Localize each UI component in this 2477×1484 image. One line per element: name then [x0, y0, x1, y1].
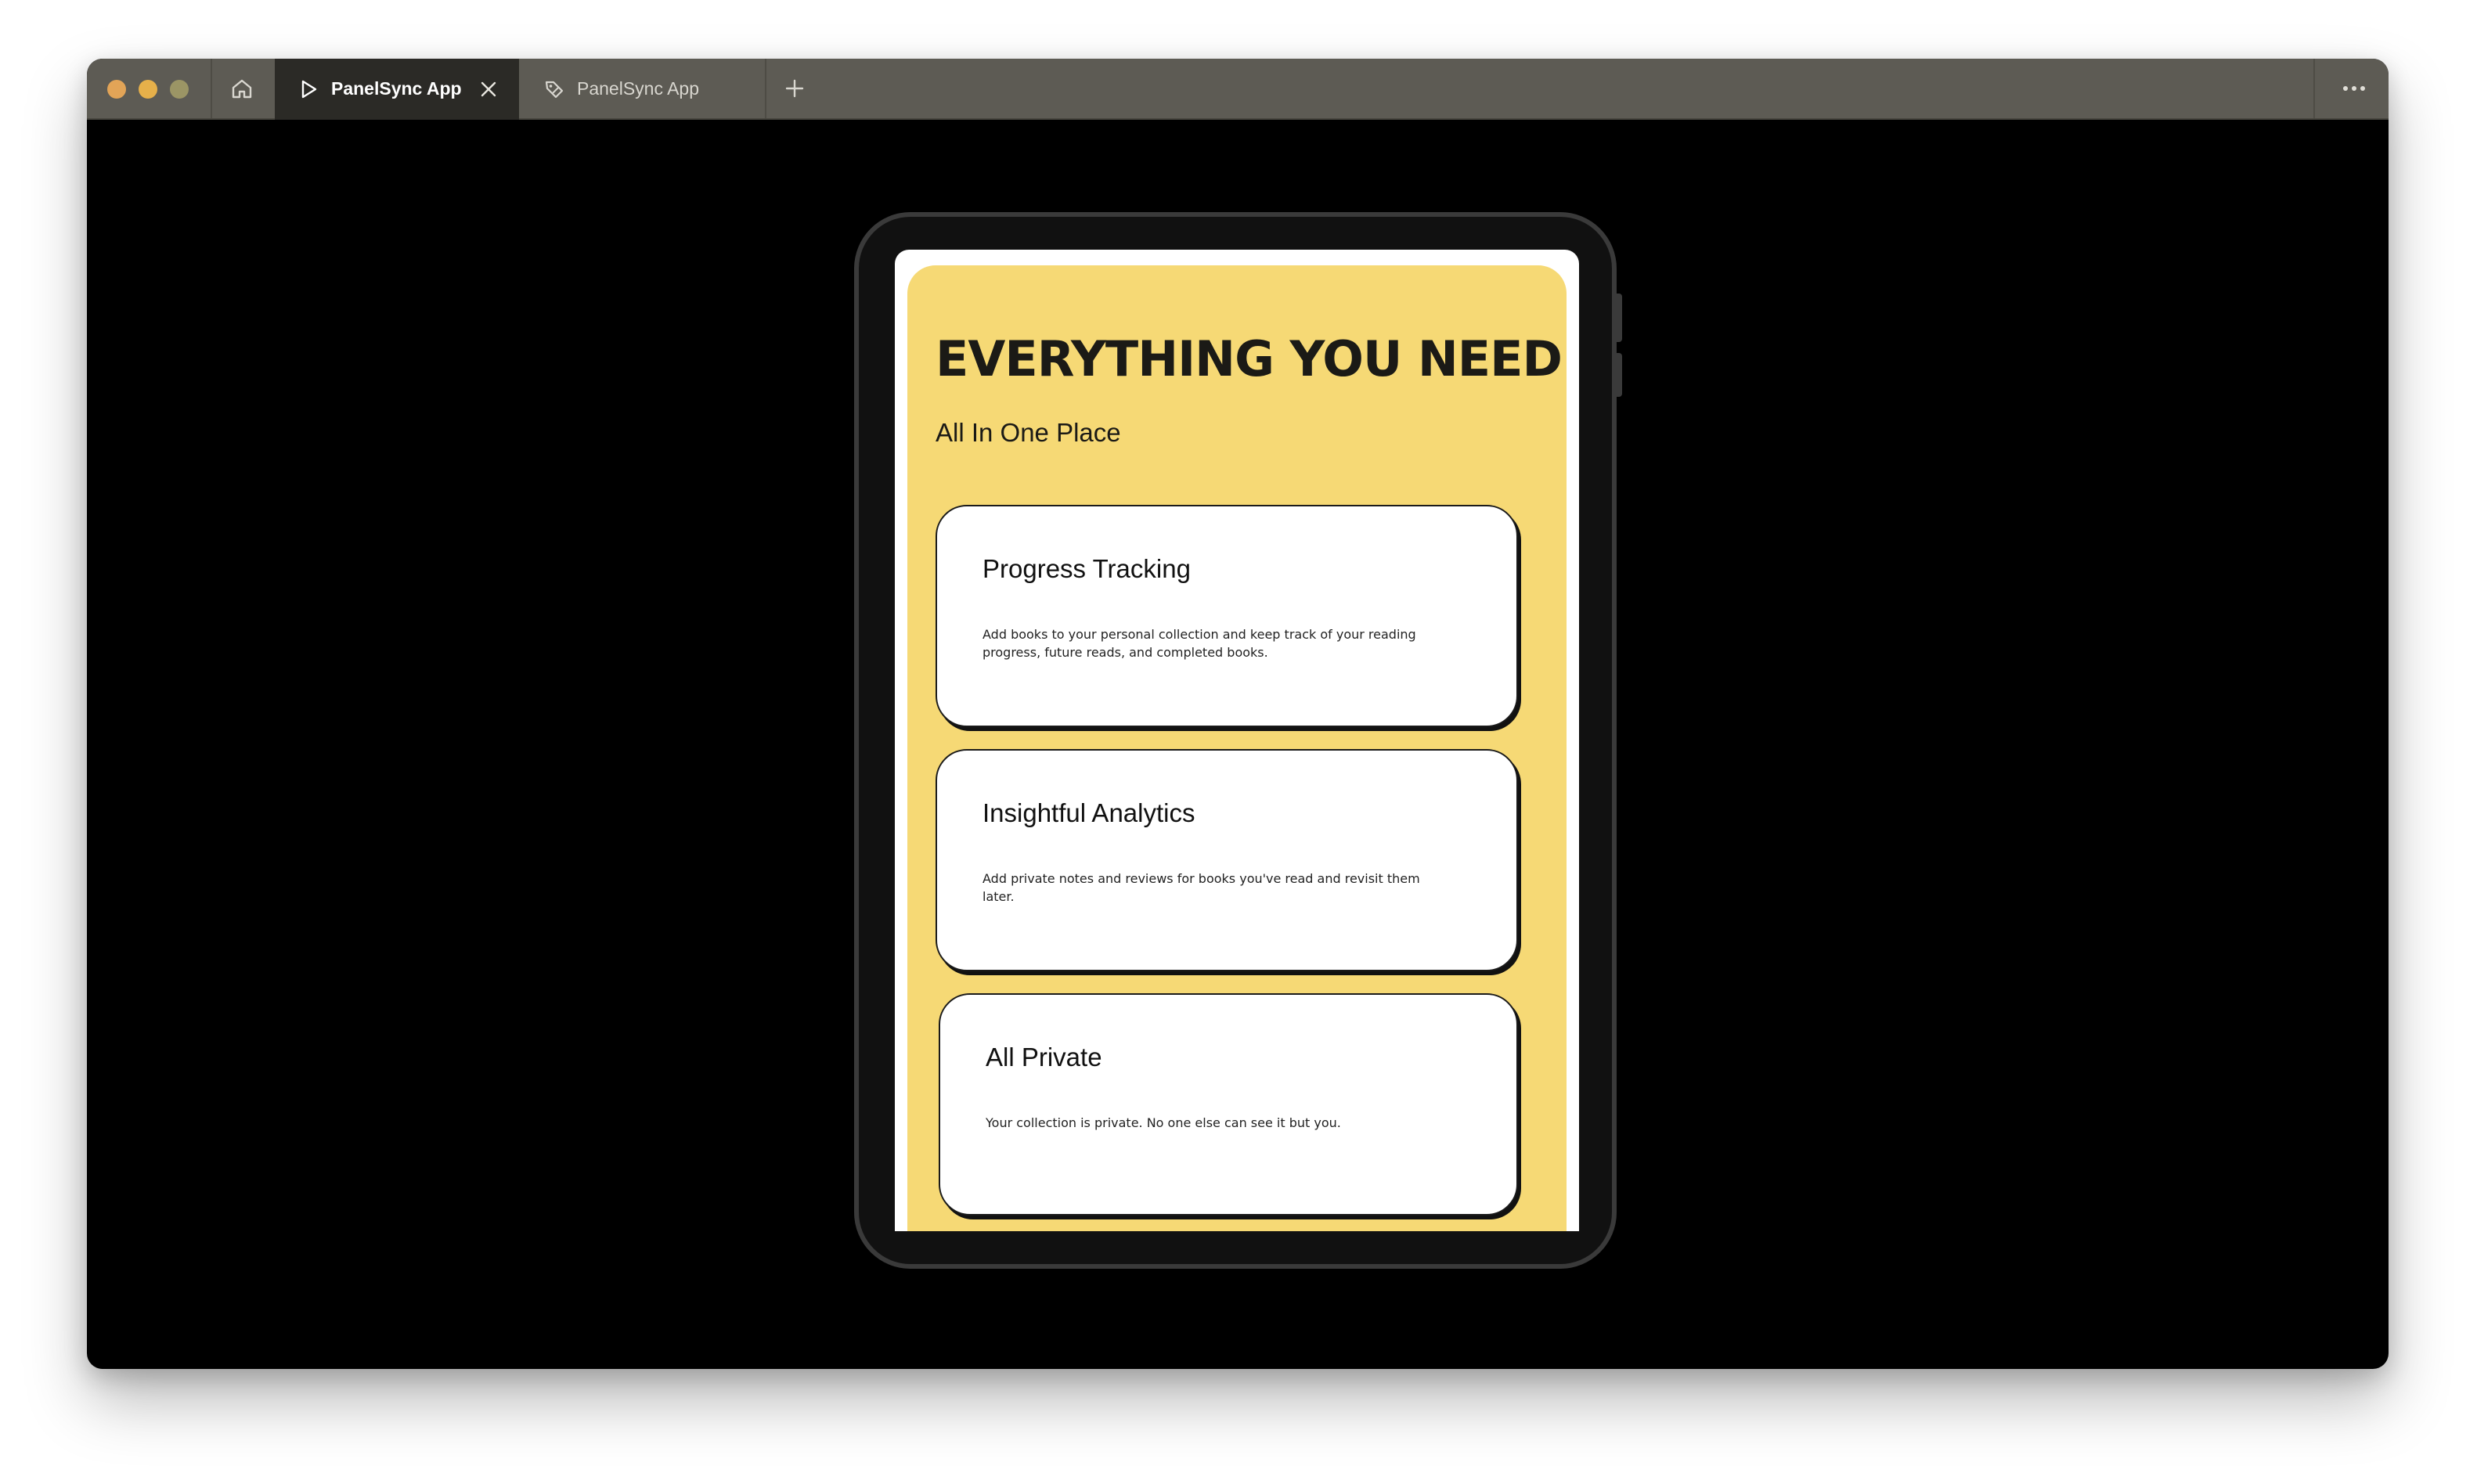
toolbar-divider	[2313, 59, 2315, 118]
tab-panelsync-inactive[interactable]: PanelSync App	[521, 59, 765, 118]
new-tab-button[interactable]	[781, 74, 809, 103]
volume-down-button	[1617, 353, 1622, 397]
browser-window: PanelSync App PanelSync App EVERYTHING Y…	[87, 59, 2389, 1369]
tablet-device-frame: EVERYTHING YOU NEED All In One Place Pro…	[854, 212, 1622, 1269]
feature-description: Add books to your personal collection an…	[983, 627, 1416, 660]
more-options-button[interactable]	[2338, 74, 2370, 103]
minimize-window-button[interactable]	[139, 80, 157, 99]
volume-up-button	[1617, 294, 1622, 342]
features-panel: EVERYTHING YOU NEED All In One Place Pro…	[907, 265, 1567, 1231]
close-window-button[interactable]	[107, 80, 126, 99]
close-tab-icon[interactable]	[477, 77, 500, 101]
feature-description: Your collection is private. No one else …	[986, 1115, 1341, 1130]
feature-title: Insightful Analytics	[983, 798, 1195, 827]
page-title: EVERYTHING YOU NEED	[936, 330, 1563, 387]
feature-card-progress-tracking: Progress Tracking Add books to your pers…	[936, 505, 1518, 727]
tag-icon	[545, 81, 564, 99]
home-button[interactable]	[226, 73, 258, 104]
tab-label: PanelSync App	[577, 78, 700, 99]
toolbar-divider	[765, 59, 766, 118]
title-bar: PanelSync App PanelSync App	[87, 59, 2389, 120]
tab-label: PanelSync App	[331, 78, 462, 99]
feature-card-insightful-analytics: Insightful Analytics Add private notes a…	[936, 749, 1518, 971]
feature-card-all-private: All Private Your collection is private. …	[939, 993, 1518, 1216]
tab-panelsync-active[interactable]: PanelSync App	[275, 59, 519, 120]
more-horizontal-icon	[2343, 86, 2365, 91]
home-icon	[232, 79, 252, 99]
play-icon	[301, 80, 317, 99]
plus-icon	[785, 79, 804, 98]
feature-description: Add private notes and reviews for books …	[983, 871, 1420, 904]
tablet-screen: EVERYTHING YOU NEED All In One Place Pro…	[895, 250, 1579, 1231]
feature-title: Progress Tracking	[983, 554, 1191, 583]
zoom-window-button[interactable]	[170, 80, 189, 99]
page-subtitle: All In One Place	[936, 418, 1121, 447]
feature-title: All Private	[986, 1043, 1102, 1072]
toolbar-divider	[211, 59, 212, 118]
